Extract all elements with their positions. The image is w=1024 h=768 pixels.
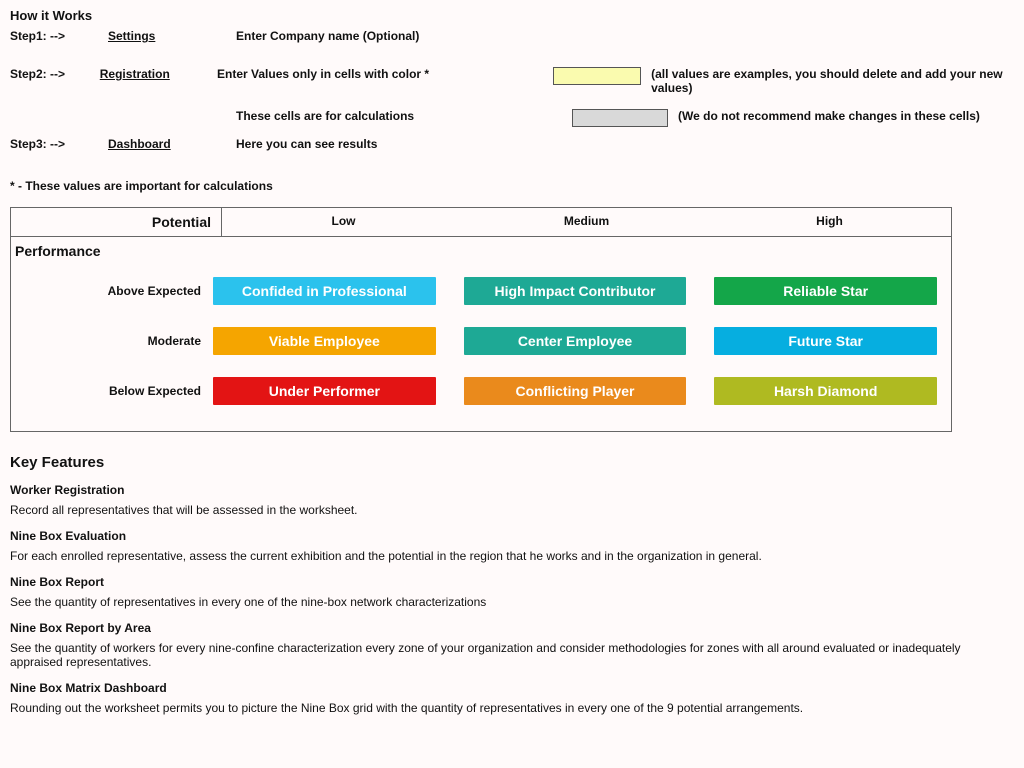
- matrix-cell: Future Star: [714, 327, 937, 355]
- step-name: Step2: -->: [10, 67, 100, 81]
- step-desc: These cells are for calculations: [236, 109, 562, 123]
- matrix-cell: Conflicting Player: [464, 377, 687, 405]
- swatch-note: (We do not recommend make changes in the…: [678, 109, 980, 123]
- matrix-y-label: Performance: [11, 237, 951, 265]
- matrix-col-header: High: [708, 208, 951, 236]
- matrix-cell: High Impact Contributor: [464, 277, 687, 305]
- kf-heading: Worker Registration: [10, 483, 1014, 497]
- kf-text: Record all representatives that will be …: [10, 503, 1014, 517]
- step-link-dashboard[interactable]: Dashboard: [108, 137, 236, 151]
- step-row: These cells are for calculations (We do …: [10, 109, 1014, 127]
- matrix-row: Moderate Viable Employee Center Employee…: [11, 327, 951, 355]
- step-desc: Enter Company name (Optional): [236, 29, 562, 43]
- step-row: Step2: --> Registration Enter Values onl…: [10, 67, 1014, 95]
- key-features-title: Key Features: [10, 454, 1014, 471]
- kf-heading: Nine Box Evaluation: [10, 529, 1014, 543]
- footnote: * - These values are important for calcu…: [10, 179, 1014, 193]
- kf-heading: Nine Box Report by Area: [10, 621, 1014, 635]
- step-link-registration[interactable]: Registration: [100, 67, 217, 81]
- kf-text: Rounding out the worksheet permits you t…: [10, 701, 1014, 715]
- matrix-row: Below Expected Under Performer Conflicti…: [11, 377, 951, 405]
- step-name: Step1: -->: [10, 29, 108, 43]
- swatch-note: (all values are examples, you should del…: [651, 67, 1014, 95]
- kf-text: For each enrolled representative, assess…: [10, 549, 1014, 563]
- matrix-col-header: Low: [222, 208, 465, 236]
- matrix-row-label: Above Expected: [11, 284, 213, 298]
- matrix-cell: Reliable Star: [714, 277, 937, 305]
- step-name: Step3: -->: [10, 137, 108, 151]
- kf-text: See the quantity of representatives in e…: [10, 595, 1014, 609]
- kf-text: See the quantity of workers for every ni…: [10, 641, 1014, 669]
- kf-heading: Nine Box Report: [10, 575, 1014, 589]
- step-row: Step3: --> Dashboard Here you can see re…: [10, 137, 1014, 151]
- key-features: Key Features Worker Registration Record …: [10, 454, 1014, 715]
- matrix-row-label: Below Expected: [11, 384, 213, 398]
- swatch-gray: [572, 109, 668, 127]
- steps: Step1: --> Settings Enter Company name (…: [10, 29, 1014, 151]
- swatch-yellow: [553, 67, 641, 85]
- matrix-col-header: Medium: [465, 208, 708, 236]
- matrix-row-label: Moderate: [11, 334, 213, 348]
- page-title: How it Works: [10, 8, 1014, 23]
- matrix-cell: Viable Employee: [213, 327, 436, 355]
- matrix-cell: Under Performer: [213, 377, 436, 405]
- step-desc: Enter Values only in cells with color *: [217, 67, 543, 81]
- nine-box-matrix: Potential Low Medium High Performance Ab…: [10, 207, 952, 432]
- matrix-row: Above Expected Confided in Professional …: [11, 277, 951, 305]
- matrix-cell: Center Employee: [464, 327, 687, 355]
- kf-heading: Nine Box Matrix Dashboard: [10, 681, 1014, 695]
- step-row: Step1: --> Settings Enter Company name (…: [10, 29, 1014, 43]
- matrix-cell: Harsh Diamond: [714, 377, 937, 405]
- matrix-x-label: Potential: [11, 208, 222, 236]
- step-link-settings[interactable]: Settings: [108, 29, 236, 43]
- step-desc: Here you can see results: [236, 137, 562, 151]
- matrix-cell: Confided in Professional: [213, 277, 436, 305]
